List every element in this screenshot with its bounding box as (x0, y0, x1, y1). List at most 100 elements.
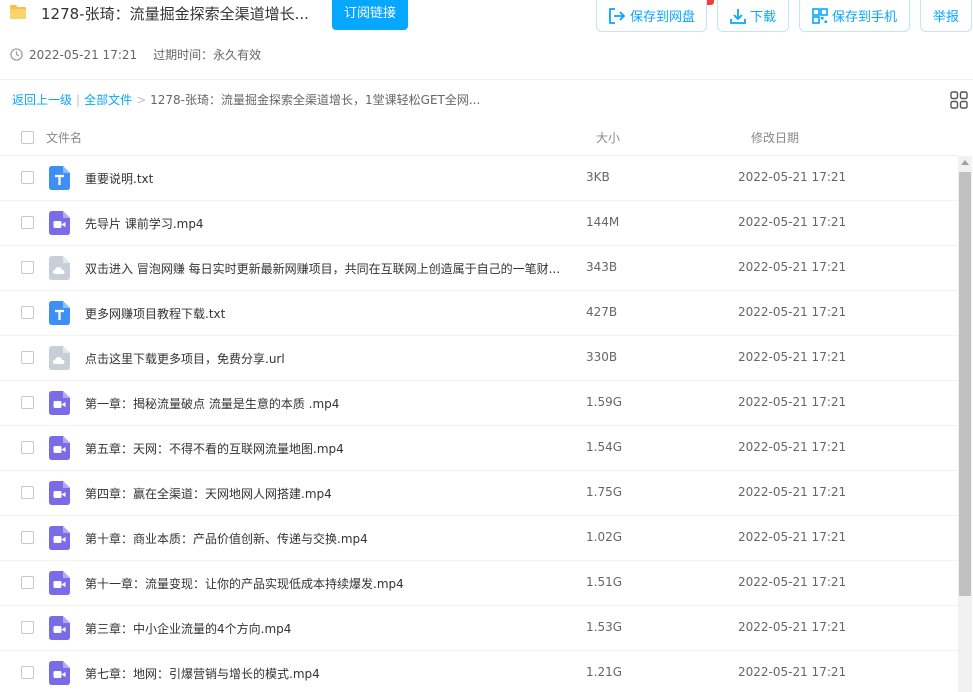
file-modified-date: 2022-05-21 17:21 (738, 170, 847, 184)
column-header-date[interactable]: 修改日期 (751, 129, 799, 146)
scrollbar-thumb[interactable] (959, 172, 971, 596)
row-checkbox[interactable] (21, 441, 34, 454)
file-name[interactable]: 第十一章：流量变现：让你的产品实现低成本持续爆发.mp4 (85, 575, 404, 592)
video-file-icon (49, 391, 70, 415)
expire-time: 过期时间：永久有效 (153, 48, 262, 62)
text-file-icon (49, 166, 70, 190)
file-name[interactable]: 第三章：中小企业流量的4个方向.mp4 (85, 620, 291, 637)
table-row[interactable]: 第四章：赢在全渠道：天网地网人网搭建.mp4 1.75G 2022-05-21 17… (0, 471, 958, 516)
row-checkbox[interactable] (21, 666, 34, 679)
file-name[interactable]: 第五章：天网：不得不看的互联网流量地图.mp4 (85, 440, 344, 457)
qrcode-icon (812, 7, 828, 24)
file-size: 1.53G (586, 620, 623, 634)
share-title: 1278-张琦：流量掘金探索全渠道增长... (41, 5, 309, 23)
file-size: 1.51G (586, 575, 623, 589)
row-checkbox[interactable] (21, 171, 34, 184)
share-timestamp: 2022-05-21 17:21 (29, 47, 138, 62)
table-row[interactable]: 第十章：商业本质：产品价值创新、传递与交换.mp4 1.02G 2022-05-21… (0, 516, 958, 561)
download-button[interactable]: 下载 (717, 0, 789, 32)
scrollbar[interactable] (958, 156, 972, 692)
report-button[interactable]: 举报 (920, 0, 972, 32)
video-file-icon (49, 571, 70, 595)
file-modified-date: 2022-05-21 17:21 (738, 620, 847, 634)
table-row[interactable]: 第十一章：流量变现：让你的产品实现低成本持续爆发.mp4 1.51G 2022-05… (0, 561, 958, 606)
all-files-link[interactable]: 全部文件 (84, 91, 132, 108)
table-row[interactable]: 双击进入 冒泡网赚 每日实时更新最新网赚项目，共同在互联网上创造属于自己的一笔财… (0, 246, 958, 291)
file-name[interactable]: 重要说明.txt (85, 170, 153, 187)
row-checkbox[interactable] (21, 486, 34, 499)
breadcrumb-separator: > (136, 92, 147, 107)
file-name[interactable]: 先导片 课前学习.mp4 (85, 215, 204, 232)
table-row[interactable]: 第七章：地网：引爆营销与增长的模式.mp4 1.21G 2022-05-21 17:… (0, 651, 958, 692)
file-name[interactable]: 第十章：商业本质：产品价值创新、传递与交换.mp4 (85, 530, 368, 547)
table-row[interactable]: 第三章：中小企业流量的4个方向.mp4 1.53G 2022-05-21 17:21 (0, 606, 958, 651)
clock-icon (10, 48, 23, 61)
file-size: 1.59G (586, 395, 623, 409)
file-table-header: 文件名 大小 修改日期 (0, 118, 958, 156)
share-header: 1278-张琦：流量掘金探索全渠道增长... 订阅链接 保存到网盘 下载 保存到… (0, 0, 973, 80)
column-header-size[interactable]: 大小 (596, 129, 620, 146)
video-file-icon (49, 526, 70, 550)
table-row[interactable]: 第一章：揭秘流量破点 流量是生意的本质 .mp4 1.59G 2022-05-21 … (0, 381, 958, 426)
select-all-checkbox[interactable] (21, 131, 34, 144)
table-row[interactable]: 先导片 课前学习.mp4 144M 2022-05-21 17:21 (0, 201, 958, 246)
row-checkbox[interactable] (21, 216, 34, 229)
row-checkbox[interactable] (21, 531, 34, 544)
folder-icon (10, 5, 26, 19)
text-file-icon (49, 301, 70, 325)
download-icon (730, 8, 746, 24)
file-name[interactable]: 双击进入 冒泡网赚 每日实时更新最新网赚项目，共同在互联网上创造属于自己的一笔财… (85, 260, 560, 277)
breadcrumb-separator: | (76, 92, 81, 107)
file-size: 1.02G (586, 530, 623, 544)
file-name[interactable]: 第四章：赢在全渠道：天网地网人网搭建.mp4 (85, 485, 332, 502)
file-name[interactable]: 第一章：揭秘流量破点 流量是生意的本质 .mp4 (85, 395, 339, 412)
link-file-icon (49, 256, 70, 280)
breadcrumb: 返回上一级 | 全部文件 > 1278-张琦：流量掘金探索全渠道增长，1堂课轻松… (12, 91, 480, 108)
video-file-icon (49, 436, 70, 460)
file-modified-date: 2022-05-21 17:21 (738, 665, 847, 679)
video-file-icon (49, 661, 70, 685)
row-checkbox[interactable] (21, 351, 34, 364)
download-label: 下载 (749, 10, 776, 25)
subscribe-link-button[interactable]: 订阅链接 (332, 0, 408, 30)
save-to-phone-button[interactable]: 保存到手机 (799, 0, 910, 32)
file-modified-date: 2022-05-21 17:21 (738, 350, 847, 364)
file-modified-date: 2022-05-21 17:21 (738, 530, 847, 544)
file-modified-date: 2022-05-21 17:21 (738, 260, 847, 274)
file-size: 144M (586, 215, 620, 229)
table-row[interactable]: 第五章：天网：不得不看的互联网流量地图.mp4 1.54G 2022-05-21 1… (0, 426, 958, 471)
share-meta: 2022-05-21 17:21 过期时间：永久有效 (10, 46, 261, 63)
file-modified-date: 2022-05-21 17:21 (738, 485, 847, 499)
back-link[interactable]: 返回上一级 (12, 91, 72, 108)
file-size: 343B (586, 260, 618, 274)
row-checkbox[interactable] (21, 261, 34, 274)
file-modified-date: 2022-05-21 17:21 (738, 305, 847, 319)
table-row[interactable]: 更多网赚项目教程下载.txt 427B 2022-05-21 17:21 (0, 291, 958, 336)
table-row[interactable]: 重要说明.txt 3KB 2022-05-21 17:21 (0, 156, 958, 201)
file-modified-date: 2022-05-21 17:21 (738, 575, 847, 589)
scroll-up-arrow[interactable] (961, 160, 969, 165)
file-name[interactable]: 点击这里下载更多项目，免费分享.url (85, 350, 285, 367)
save-to-netdisk-label: 保存到网盘 (629, 10, 695, 25)
file-size: 1.54G (586, 440, 623, 454)
video-file-icon (49, 616, 70, 640)
report-label: 举报 (932, 10, 959, 25)
file-list: 重要说明.txt 3KB 2022-05-21 17:21 先导片 课前学习.mp4 1… (0, 156, 958, 692)
row-checkbox[interactable] (21, 306, 34, 319)
file-size: 427B (586, 305, 618, 319)
save-to-phone-label: 保存到手机 (831, 10, 897, 25)
save-to-netdisk-button[interactable]: 保存到网盘 (596, 0, 707, 32)
row-checkbox[interactable] (21, 576, 34, 589)
grid-view-icon[interactable] (950, 91, 968, 109)
row-checkbox[interactable] (21, 396, 34, 409)
file-name[interactable]: 第七章：地网：引爆营销与增长的模式.mp4 (85, 665, 320, 682)
table-row[interactable]: 点击这里下载更多项目，免费分享.url 330B 2022-05-21 17:21 (0, 336, 958, 381)
column-header-name[interactable]: 文件名 (46, 129, 82, 146)
file-size: 1.75G (586, 485, 623, 499)
row-checkbox[interactable] (21, 621, 34, 634)
save-icon (609, 7, 626, 24)
file-modified-date: 2022-05-21 17:21 (738, 395, 847, 409)
current-folder: 1278-张琦：流量掘金探索全渠道增长，1堂课轻松GET全网... (150, 93, 481, 107)
file-name[interactable]: 更多网赚项目教程下载.txt (85, 305, 225, 322)
file-size: 1.21G (586, 665, 623, 679)
